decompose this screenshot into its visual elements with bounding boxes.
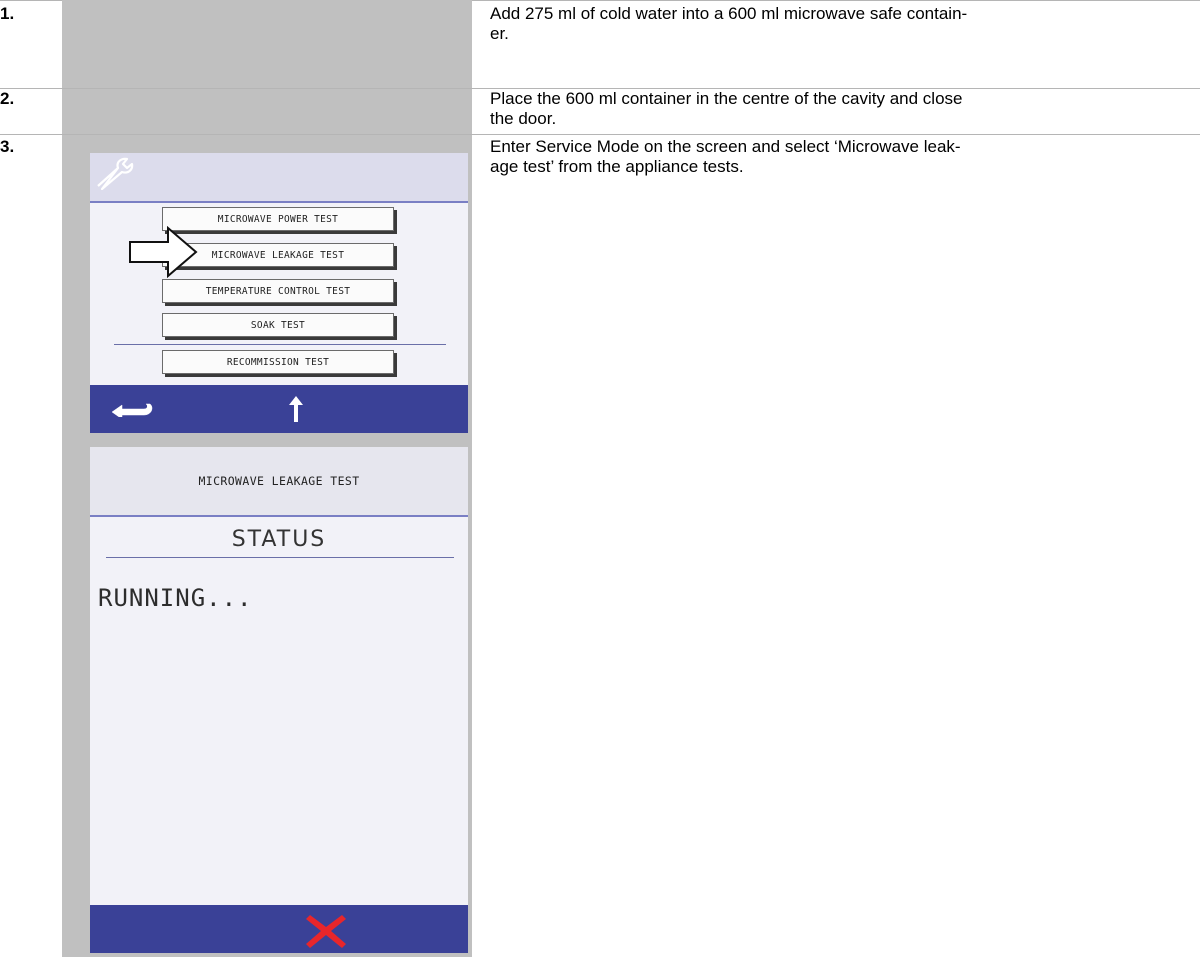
menu-item-soak-test[interactable]: SOAK TEST [162,313,394,337]
screen-header [90,153,468,203]
back-icon[interactable] [110,401,156,417]
step-number: 2. [0,89,15,108]
step-number: 3. [0,137,15,156]
step-instruction: Enter Service Mode on the screen and sel… [490,137,961,176]
screen-footer [90,385,468,433]
screen-footer [90,905,468,953]
status-label: STATUS [231,527,327,552]
step-instruction: Add 275 ml of cold water into a 600 ml m… [490,4,968,43]
menu-item-temperature-control-test[interactable]: TEMPERATURE CONTROL TEST [162,279,394,303]
screen-title: MICROWAVE LEAKAGE TEST [90,447,468,517]
wrench-icon [97,157,134,190]
cancel-icon[interactable] [304,911,348,949]
leakage-test-status-screen: MICROWAVE LEAKAGE TEST STATUS RUNNING... [90,447,468,953]
menu-divider [114,344,446,345]
step-instruction: Place the 600 ml container in the centre… [490,89,963,128]
image-placeholder [62,89,472,134]
pointer-arrow-icon [129,226,198,278]
up-arrow-icon[interactable] [288,395,304,423]
status-underline [106,557,454,558]
step-number: 1. [0,4,15,23]
appliance-tests-screen: MICROWAVE POWER TEST MICROWAVE LEAKAGE T… [90,153,468,433]
image-placeholder [62,0,472,88]
status-value: RUNNING... [98,584,253,612]
menu-item-recommission-test[interactable]: RECOMMISSION TEST [162,350,394,374]
